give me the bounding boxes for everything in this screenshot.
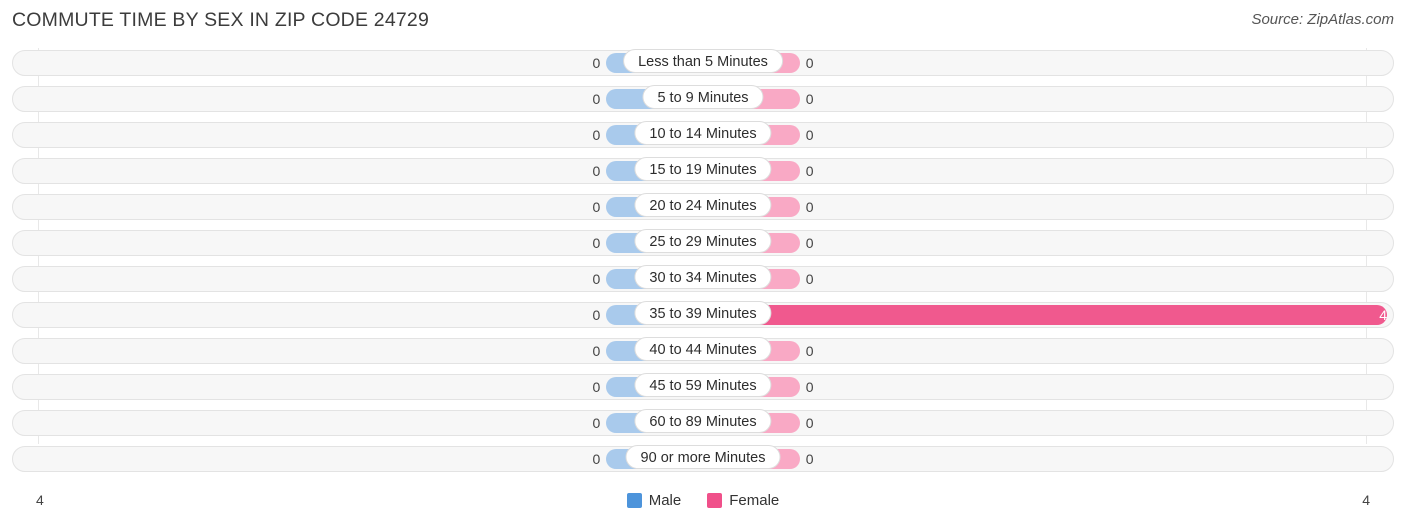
table-row: 0 0 20 to 24 Minutes xyxy=(0,192,1406,222)
table-row: 0 0 40 to 44 Minutes xyxy=(0,336,1406,366)
legend-label-female: Female xyxy=(729,492,780,509)
legend-swatch-male-icon xyxy=(626,493,642,508)
value-label-female: 0 xyxy=(805,127,814,143)
table-row: 0 0 Less than 5 Minutes xyxy=(0,48,1406,78)
legend-item-female[interactable]: Female xyxy=(707,492,779,509)
value-label-male: 0 xyxy=(592,127,601,143)
value-label-male: 0 xyxy=(592,55,601,71)
value-label-female: 0 xyxy=(805,91,814,107)
value-label-male: 0 xyxy=(592,163,601,179)
value-label-male: 0 xyxy=(592,235,601,251)
legend-swatch-female-icon xyxy=(707,493,723,508)
category-label: 10 to 14 Minutes xyxy=(634,121,772,145)
table-row: 0 0 45 to 59 Minutes xyxy=(0,372,1406,402)
category-label: 25 to 29 Minutes xyxy=(634,229,772,253)
value-label-male: 0 xyxy=(592,451,601,467)
category-label: 60 to 89 Minutes xyxy=(634,409,772,433)
value-label-male: 0 xyxy=(592,379,601,395)
table-row: 0 0 30 to 34 Minutes xyxy=(0,264,1406,294)
chart-header: COMMUTE TIME BY SEX IN ZIP CODE 24729 So… xyxy=(0,0,1406,42)
table-row: 0 4 35 to 39 Minutes xyxy=(0,300,1406,330)
category-label: 40 to 44 Minutes xyxy=(634,337,772,361)
value-label-female: 0 xyxy=(805,379,814,395)
value-label-female: 0 xyxy=(805,199,814,215)
table-row: 0 0 15 to 19 Minutes xyxy=(0,156,1406,186)
value-label-female: 0 xyxy=(805,451,814,467)
value-label-female: 0 xyxy=(805,415,814,431)
value-label-male: 0 xyxy=(592,199,601,215)
chart-legend: Male Female xyxy=(0,492,1406,509)
category-label: 35 to 39 Minutes xyxy=(634,301,772,325)
category-label: 30 to 34 Minutes xyxy=(634,265,772,289)
bar-rows: 0 0 Less than 5 Minutes 0 0 5 to 9 Minutes 0 0 1… xyxy=(0,48,1406,480)
chart-footer: 4 4 Male Female xyxy=(0,484,1406,522)
category-label: 15 to 19 Minutes xyxy=(634,157,772,181)
value-label-male: 0 xyxy=(592,415,601,431)
table-row: 0 0 25 to 29 Minutes xyxy=(0,228,1406,258)
value-label-female: 4 xyxy=(1379,307,1388,323)
category-label: 20 to 24 Minutes xyxy=(634,193,772,217)
value-label-female: 0 xyxy=(805,271,814,287)
table-row: 0 0 10 to 14 Minutes xyxy=(0,120,1406,150)
table-row: 0 0 5 to 9 Minutes xyxy=(0,84,1406,114)
category-label: 90 or more Minutes xyxy=(625,445,781,469)
value-label-male: 0 xyxy=(592,91,601,107)
legend-label-male: Male xyxy=(648,492,682,509)
value-label-female: 0 xyxy=(805,163,814,179)
value-label-female: 0 xyxy=(805,55,814,71)
value-label-female: 0 xyxy=(805,235,814,251)
value-label-female: 0 xyxy=(805,343,814,359)
value-label-male: 0 xyxy=(592,271,601,287)
category-label: Less than 5 Minutes xyxy=(623,49,783,73)
legend-item-male[interactable]: Male xyxy=(626,492,682,509)
table-row: 0 0 90 or more Minutes xyxy=(0,444,1406,474)
value-label-male: 0 xyxy=(592,343,601,359)
source-attribution: Source: ZipAtlas.com xyxy=(1251,11,1394,28)
page-title: COMMUTE TIME BY SEX IN ZIP CODE 24729 xyxy=(12,9,430,31)
category-label: 5 to 9 Minutes xyxy=(642,85,764,109)
table-row: 0 0 60 to 89 Minutes xyxy=(0,408,1406,438)
value-label-male: 0 xyxy=(592,307,601,323)
category-label: 45 to 59 Minutes xyxy=(634,373,772,397)
chart-plot-area: 0 0 Less than 5 Minutes 0 0 5 to 9 Minutes 0 0 1… xyxy=(0,48,1406,480)
